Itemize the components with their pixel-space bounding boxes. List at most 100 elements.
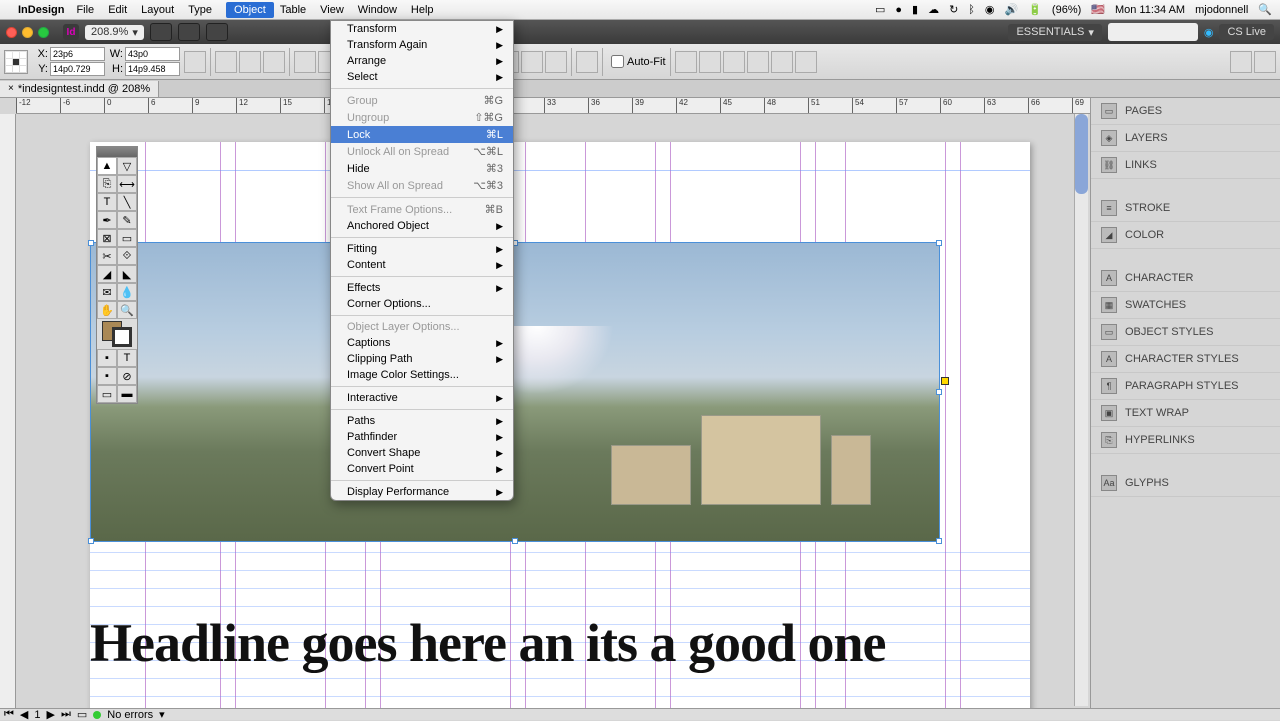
fill-stroke-swatch[interactable]	[102, 321, 132, 347]
battery-icon[interactable]: ▮	[912, 3, 918, 16]
wrap-column-icon[interactable]	[545, 51, 567, 73]
page-nav-first-icon[interactable]: ⏮	[4, 708, 14, 721]
selection-handle[interactable]	[936, 240, 942, 246]
apply-gradient-icon[interactable]: T	[117, 349, 137, 367]
page-nav-prev-icon[interactable]: ◀	[20, 708, 28, 721]
constrain-proportions-icon[interactable]	[184, 51, 206, 73]
fill-swatch[interactable]	[294, 51, 316, 73]
panel-paragraph-styles[interactable]: ¶PARAGRAPH STYLES	[1091, 373, 1280, 400]
panel-character[interactable]: ACHARACTER	[1091, 265, 1280, 292]
rotate-icon[interactable]	[215, 51, 237, 73]
panel-hyperlinks[interactable]: ⎘HYPERLINKS	[1091, 427, 1280, 454]
menu-object[interactable]: Object	[226, 2, 274, 18]
align-hcenter-icon[interactable]	[699, 51, 721, 73]
panel-layers[interactable]: ◈LAYERS	[1091, 125, 1280, 152]
zoom-tool[interactable]: 🔍	[117, 301, 137, 319]
line-tool[interactable]: ╲	[117, 193, 137, 211]
menu-file[interactable]: File	[76, 4, 94, 16]
menu-item-anchored-object[interactable]: Anchored Object▶	[331, 218, 513, 234]
minimize-window-button[interactable]	[22, 27, 33, 38]
flip-h-icon[interactable]	[239, 51, 261, 73]
panel-character-styles[interactable]: ACHARACTER STYLES	[1091, 346, 1280, 373]
page-tool[interactable]: ⎘	[97, 175, 117, 193]
arrange-docs-button[interactable]	[206, 23, 228, 41]
stroke-swatch-icon[interactable]	[112, 327, 132, 347]
close-tab-icon[interactable]: ×	[8, 83, 14, 94]
selection-handle[interactable]	[88, 538, 94, 544]
menu-item-hide[interactable]: Hide⌘3	[331, 160, 513, 177]
corner-options-icon[interactable]	[576, 51, 598, 73]
gap-tool[interactable]: ⟷	[117, 175, 137, 193]
y-input[interactable]	[50, 62, 105, 76]
menu-window[interactable]: Window	[358, 4, 397, 16]
menu-item-select[interactable]: Select▶	[331, 69, 513, 85]
open-doc-icon[interactable]: ▭	[77, 708, 87, 721]
tools-panel-header[interactable]	[97, 147, 137, 157]
quick-apply-icon[interactable]	[1230, 51, 1252, 73]
align-left-icon[interactable]	[675, 51, 697, 73]
panel-color[interactable]: ◢COLOR	[1091, 222, 1280, 249]
align-bottom-icon[interactable]	[795, 51, 817, 73]
selection-handle[interactable]	[88, 240, 94, 246]
screen-mode-button[interactable]	[178, 23, 200, 41]
clock[interactable]: Mon 11:34 AM	[1115, 4, 1185, 16]
cs-live-button[interactable]: CS Live	[1219, 24, 1274, 40]
volume-icon[interactable]: 🔊	[1005, 3, 1019, 16]
auto-fit-checkbox[interactable]: Auto-Fit	[611, 55, 666, 68]
free-transform-tool[interactable]: ⟐	[117, 247, 137, 265]
close-window-button[interactable]	[6, 27, 17, 38]
menu-item-fitting[interactable]: Fitting▶	[331, 241, 513, 257]
type-tool[interactable]: T	[97, 193, 117, 211]
menu-item-effects[interactable]: Effects▶	[331, 280, 513, 296]
user-name[interactable]: mjodonnell	[1195, 4, 1248, 16]
flip-v-icon[interactable]	[263, 51, 285, 73]
menu-layout[interactable]: Layout	[141, 4, 174, 16]
selection-tool[interactable]: ▲	[97, 157, 117, 175]
preflight-status-icon[interactable]	[93, 711, 101, 719]
menu-table[interactable]: Table	[280, 4, 306, 16]
x-input[interactable]	[50, 47, 105, 61]
preview-view-icon[interactable]: ▬	[117, 385, 137, 403]
normal-view-icon[interactable]: ▭	[97, 385, 117, 403]
zoom-level[interactable]: 208.9% ▾	[85, 25, 144, 40]
bluetooth-icon[interactable]: ᛒ	[968, 4, 975, 16]
menu-item-clipping-path[interactable]: Clipping Path▶	[331, 351, 513, 367]
h-input[interactable]	[125, 62, 180, 76]
menu-item-paths[interactable]: Paths▶	[331, 413, 513, 429]
hand-tool[interactable]: ✋	[97, 301, 117, 319]
w-input[interactable]	[125, 47, 180, 61]
apply-color-icon[interactable]: ▪	[97, 349, 117, 367]
menu-item-image-color-settings-[interactable]: Image Color Settings...	[331, 367, 513, 383]
menu-item-convert-point[interactable]: Convert Point▶	[331, 461, 513, 477]
menu-item-convert-shape[interactable]: Convert Shape▶	[331, 445, 513, 461]
weather-icon[interactable]: ●	[895, 4, 902, 16]
align-top-icon[interactable]	[747, 51, 769, 73]
direct-selection-tool[interactable]: ▽	[117, 157, 137, 175]
panel-pages[interactable]: ▭PAGES	[1091, 98, 1280, 125]
flag-icon[interactable]: 🇺🇸	[1091, 3, 1105, 16]
menu-type[interactable]: Type	[188, 4, 212, 16]
menu-item-arrange[interactable]: Arrange▶	[331, 53, 513, 69]
vertical-scrollbar[interactable]	[1074, 114, 1088, 706]
content-grabber-icon[interactable]	[941, 377, 949, 385]
align-vcenter-icon[interactable]	[771, 51, 793, 73]
rectangle-tool[interactable]: ▭	[117, 229, 137, 247]
pencil-tool[interactable]: ✎	[117, 211, 137, 229]
panel-stroke[interactable]: ≡STROKE	[1091, 195, 1280, 222]
note-tool[interactable]: ✉	[97, 283, 117, 301]
document-tab[interactable]: × *indesigntest.indd @ 208%	[0, 81, 159, 97]
selection-handle[interactable]	[936, 389, 942, 395]
sync-icon[interactable]: ↻	[949, 3, 958, 16]
spotlight-icon[interactable]: 🔍	[1258, 3, 1272, 16]
zoom-window-button[interactable]	[38, 27, 49, 38]
placed-image-frame[interactable]	[90, 242, 940, 542]
sync-status-icon[interactable]: ◉	[1204, 26, 1214, 39]
eyedropper-tool[interactable]: 💧	[117, 283, 137, 301]
scrollbar-thumb[interactable]	[1075, 114, 1088, 194]
battery-menu-icon[interactable]: 🔋	[1028, 3, 1042, 16]
gradient-swatch-tool[interactable]: ◢	[97, 265, 117, 283]
view-options-button[interactable]	[150, 23, 172, 41]
panel-links[interactable]: ⛓LINKS	[1091, 152, 1280, 179]
panel-object-styles[interactable]: ▭OBJECT STYLES	[1091, 319, 1280, 346]
panel-glyphs[interactable]: AaGLYPHS	[1091, 470, 1280, 497]
